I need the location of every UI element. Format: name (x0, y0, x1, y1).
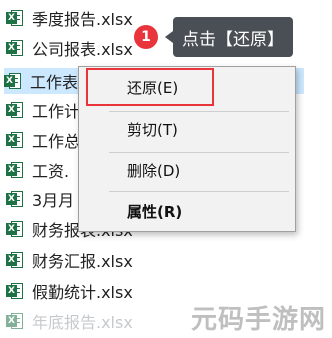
file-name: 假勤统计.xlsx (32, 283, 133, 302)
file-name: 年底报告.xlsx (32, 313, 133, 332)
file-name: 工作表 (30, 73, 79, 92)
excel-file-icon: X (6, 312, 24, 330)
restore-highlight-box (86, 68, 214, 106)
file-name: 公司报表.xlsx (32, 40, 133, 59)
excel-file-icon: X (6, 251, 24, 269)
watermark: 元码手游网 (190, 305, 326, 335)
menu-separator (109, 191, 289, 192)
file-name: 3月月 (32, 191, 75, 210)
menu-separator (109, 152, 289, 153)
excel-file-icon: X (6, 9, 24, 27)
menu-item-delete[interactable]: 删除(D) (85, 155, 291, 185)
menu-item-properties[interactable]: 属性(R) (85, 196, 291, 226)
menu-separator (109, 111, 289, 112)
file-name: 工作总 (32, 132, 81, 151)
excel-file-icon: X (6, 131, 24, 149)
menu-item-label: 属性(R) (127, 202, 183, 221)
excel-file-icon: X (6, 161, 24, 179)
excel-file-icon: X (6, 101, 24, 119)
excel-file-icon: X (6, 282, 24, 300)
file-item[interactable]: X 假勤统计.xlsx (6, 278, 206, 304)
menu-item-cut[interactable]: 剪切(T) (85, 114, 291, 144)
menu-item-label: 删除(D) (127, 161, 181, 180)
excel-file-icon: X (4, 72, 22, 90)
file-name: 季度报告.xlsx (32, 10, 133, 29)
file-name: 财务汇报.xlsx (32, 252, 133, 271)
instruction-callout: 点击【还原】 (165, 17, 293, 57)
excel-file-icon: X (6, 39, 24, 57)
file-item[interactable]: X 财务汇报.xlsx (6, 247, 206, 273)
file-item[interactable]: X 年底报告.xlsx (6, 308, 206, 334)
excel-file-icon: X (6, 190, 24, 208)
callout-text: 点击【还原】 (182, 29, 284, 50)
menu-item-label: 剪切(T) (127, 120, 178, 139)
file-name: 工作计 (32, 102, 81, 121)
file-name: 工资. (32, 162, 70, 181)
step-number-badge: 1 (134, 25, 158, 49)
excel-file-icon: X (6, 220, 24, 238)
